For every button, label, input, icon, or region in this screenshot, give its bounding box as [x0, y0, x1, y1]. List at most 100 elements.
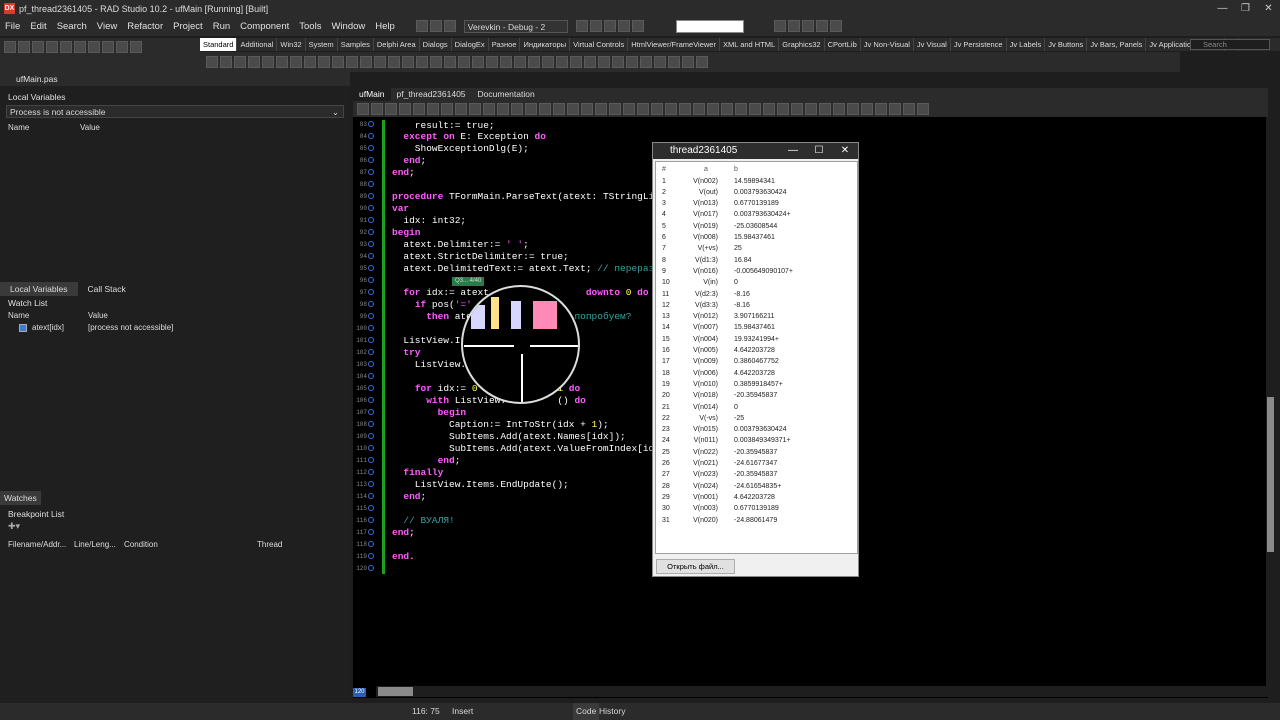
menu-component[interactable]: Component [235, 21, 294, 32]
tab-pf-thread[interactable]: pf_thread2361405 [391, 88, 472, 101]
hscroll-thumb[interactable] [378, 687, 413, 696]
col-header-index[interactable]: # [662, 164, 666, 175]
breakpoint-marker-icon[interactable] [368, 505, 374, 511]
tool-icon[interactable] [665, 103, 677, 115]
component-icon[interactable] [248, 56, 260, 68]
component-icon[interactable] [584, 56, 596, 68]
tool-icon[interactable] [385, 103, 397, 115]
tool-icon[interactable] [427, 103, 439, 115]
list-item[interactable]: 27 V(n023) -20.35945837 [656, 469, 859, 480]
col-header-a[interactable]: a [686, 164, 726, 175]
tool-icon[interactable] [567, 103, 579, 115]
component-icon[interactable] [332, 56, 344, 68]
open-file-button[interactable]: Открыть файл... [656, 559, 735, 574]
tool-icon[interactable] [497, 103, 509, 115]
breakpoint-marker-icon[interactable] [368, 217, 374, 223]
list-item[interactable]: 21 V(n014) 0 [656, 402, 859, 413]
maximize-icon[interactable]: ☐ [806, 143, 832, 159]
breakpoint-marker-icon[interactable] [368, 541, 374, 547]
tool-icon[interactable] [805, 103, 817, 115]
component-icon[interactable] [388, 56, 400, 68]
list-item[interactable]: 9 V(n016) -0.005649090107+ [656, 266, 859, 277]
component-icon[interactable] [416, 56, 428, 68]
breakpoint-marker-icon[interactable] [368, 145, 374, 151]
bp-col-thread[interactable]: Thread [257, 539, 282, 551]
breakpoint-marker-icon[interactable] [368, 325, 374, 331]
locals-process-combo[interactable]: Process is not accessible ⌄ [6, 105, 344, 118]
breakpoint-marker-icon[interactable] [368, 289, 374, 295]
palette-search-input[interactable]: Search [1190, 39, 1270, 50]
component-icon[interactable] [304, 56, 316, 68]
breakpoint-marker-icon[interactable] [368, 349, 374, 355]
breakpoint-marker-icon[interactable] [368, 277, 374, 283]
palette-tab[interactable]: Graphics32 [779, 38, 825, 51]
tool-icon[interactable] [603, 19, 616, 32]
breakpoint-marker-icon[interactable] [368, 529, 374, 535]
palette-tab[interactable]: CPortLib [825, 38, 861, 51]
menu-edit[interactable]: Edit [25, 21, 51, 32]
tool-icon[interactable] [651, 103, 663, 115]
tool-icon[interactable] [589, 19, 602, 32]
breakpoint-marker-icon[interactable] [368, 565, 374, 571]
breakpoint-marker-icon[interactable] [368, 421, 374, 427]
component-icon[interactable] [276, 56, 288, 68]
tool-icon[interactable] [735, 103, 747, 115]
palette-tab[interactable]: Additional [237, 38, 278, 51]
breakpoint-marker-icon[interactable] [368, 169, 374, 175]
bp-col-filename[interactable]: Filename/Addr... [8, 539, 74, 551]
list-item[interactable]: 4 V(n017) 0.003793630424+ [656, 209, 859, 220]
tool-icon[interactable] [88, 41, 100, 53]
palette-tab[interactable]: Индикаторы [520, 38, 571, 51]
tool-icon[interactable] [429, 19, 442, 32]
palette-tab[interactable]: Разное [489, 38, 521, 51]
breakpoint-marker-icon[interactable] [368, 253, 374, 259]
tool-icon[interactable] [553, 103, 565, 115]
component-icon[interactable] [374, 56, 386, 68]
tool-icon[interactable] [833, 103, 845, 115]
list-item[interactable]: 28 V(n024) -24.61654835+ [656, 481, 859, 492]
palette-tab[interactable]: DialogEx [452, 38, 489, 51]
tool-icon[interactable] [130, 41, 142, 53]
forward-icon[interactable] [787, 19, 800, 32]
menu-search[interactable]: Search [52, 21, 92, 32]
breakpoint-marker-icon[interactable] [368, 265, 374, 271]
list-item[interactable]: 14 V(n007) 15.98437461 [656, 322, 859, 333]
tool-icon[interactable] [679, 103, 691, 115]
palette-tab[interactable]: Jv Buttons [1045, 38, 1088, 51]
breakpoint-marker-icon[interactable] [368, 133, 374, 139]
component-icon[interactable] [640, 56, 652, 68]
breakpoint-marker-icon[interactable] [368, 385, 374, 391]
component-icon[interactable] [206, 56, 218, 68]
list-item[interactable]: 20 V(n018) -20.35945837 [656, 390, 859, 401]
list-item[interactable]: 29 V(n001) 4.642203728 [656, 492, 859, 503]
menu-run[interactable]: Run [208, 21, 235, 32]
breakpoint-marker-icon[interactable] [368, 313, 374, 319]
list-item[interactable]: 12 V(d3:3) -8.16 [656, 300, 859, 311]
restore-icon[interactable]: ❐ [1234, 0, 1257, 17]
breakpoint-marker-icon[interactable] [368, 157, 374, 163]
watch-row[interactable]: atext[idx] [process not accessible] [0, 322, 350, 334]
checkbox-icon[interactable] [19, 324, 27, 332]
tool-icon[interactable] [74, 41, 86, 53]
tool-icon[interactable] [525, 103, 537, 115]
palette-tab[interactable]: XML and HTML [720, 38, 780, 51]
list-item[interactable]: 6 V(n008) 15.98437461 [656, 232, 859, 243]
component-icon[interactable] [290, 56, 302, 68]
tool-icon[interactable] [819, 103, 831, 115]
tool-icon[interactable] [829, 19, 842, 32]
tool-icon[interactable] [357, 103, 369, 115]
list-item[interactable]: 11 V(d2:3) -8.16 [656, 289, 859, 300]
component-icon[interactable] [234, 56, 246, 68]
palette-tab[interactable]: Virtual Controls [570, 38, 629, 51]
breakpoint-marker-icon[interactable] [368, 445, 374, 451]
tool-icon[interactable] [575, 19, 588, 32]
palette-tab[interactable]: Jv Bars, Panels [1087, 38, 1147, 51]
tool-icon[interactable] [595, 103, 607, 115]
palette-tab[interactable]: Win32 [277, 38, 306, 51]
editor-hscroll[interactable] [376, 686, 1268, 697]
component-icon[interactable] [458, 56, 470, 68]
list-item[interactable]: 1 V(n002) 14.59894341 [656, 176, 859, 187]
vscroll-thumb[interactable] [1267, 397, 1274, 552]
watch-col-value[interactable]: Value [88, 310, 108, 322]
list-item[interactable]: 16 V(n005) 4.642203728 [656, 345, 859, 356]
